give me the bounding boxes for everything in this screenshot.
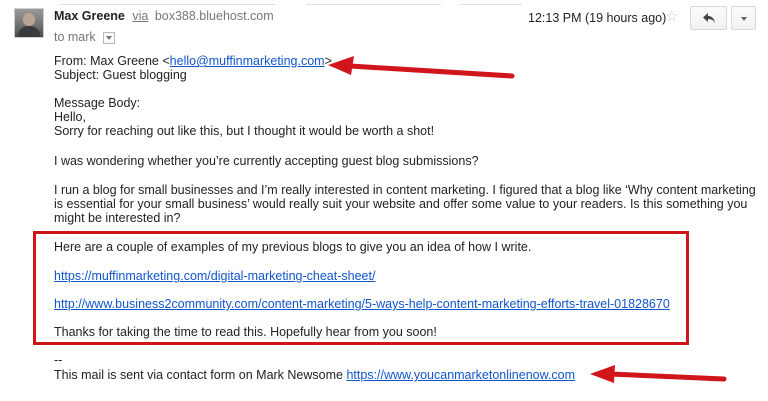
recipient-line: to mark xyxy=(54,30,116,44)
sender-line: Max Greene via box388.bluehost.com xyxy=(54,9,274,23)
via-host: box388.bluehost.com xyxy=(154,9,274,23)
message-body-label: Message Body: xyxy=(54,96,141,110)
para1-line3: might be interested in? xyxy=(54,211,181,225)
show-details-icon[interactable] xyxy=(103,31,116,44)
intro-line: Sorry for reaching out like this, but I … xyxy=(54,124,435,138)
footer-text: This mail is sent via contact form on Ma… xyxy=(54,368,347,382)
highlight-box xyxy=(33,231,689,345)
toolbar-fragment xyxy=(460,0,522,5)
greeting: Hello, xyxy=(54,110,86,124)
footer-line: This mail is sent via contact form on Ma… xyxy=(54,368,575,382)
para1-line2: is essential for your small business’ wo… xyxy=(54,197,748,211)
toolbar-fragment xyxy=(60,0,275,5)
star-icon[interactable]: ☆ xyxy=(665,7,678,25)
via-link[interactable]: via xyxy=(132,9,148,23)
subject-line: Subject: Guest blogging xyxy=(54,68,187,82)
para1-line1: I run a blog for small businesses and I’… xyxy=(54,183,756,197)
annotation-arrow-footer xyxy=(590,365,727,383)
from-email-link[interactable]: hello@muffinmarketing.com xyxy=(170,54,325,68)
sender-avatar[interactable] xyxy=(14,8,44,38)
from-prefix: From: Max Greene < xyxy=(54,54,170,68)
from-line: From: Max Greene <hello@muffinmarketing.… xyxy=(54,54,332,68)
sender-name[interactable]: Max Greene xyxy=(54,9,125,23)
toolbar-fragment xyxy=(306,0,441,5)
recipient-label: to mark xyxy=(54,30,96,44)
reply-icon xyxy=(702,13,715,23)
reply-button[interactable] xyxy=(690,6,727,30)
signature-separator: -- xyxy=(54,353,63,367)
annotation-arrow-from xyxy=(328,56,515,79)
question-line: I was wondering whether you’re currently… xyxy=(54,154,479,168)
more-options-button[interactable] xyxy=(731,6,756,30)
footer-link[interactable]: https://www.youcanmarketonlinenow.com xyxy=(346,368,575,382)
timestamp: 12:13 PM (19 hours ago) xyxy=(528,11,667,25)
